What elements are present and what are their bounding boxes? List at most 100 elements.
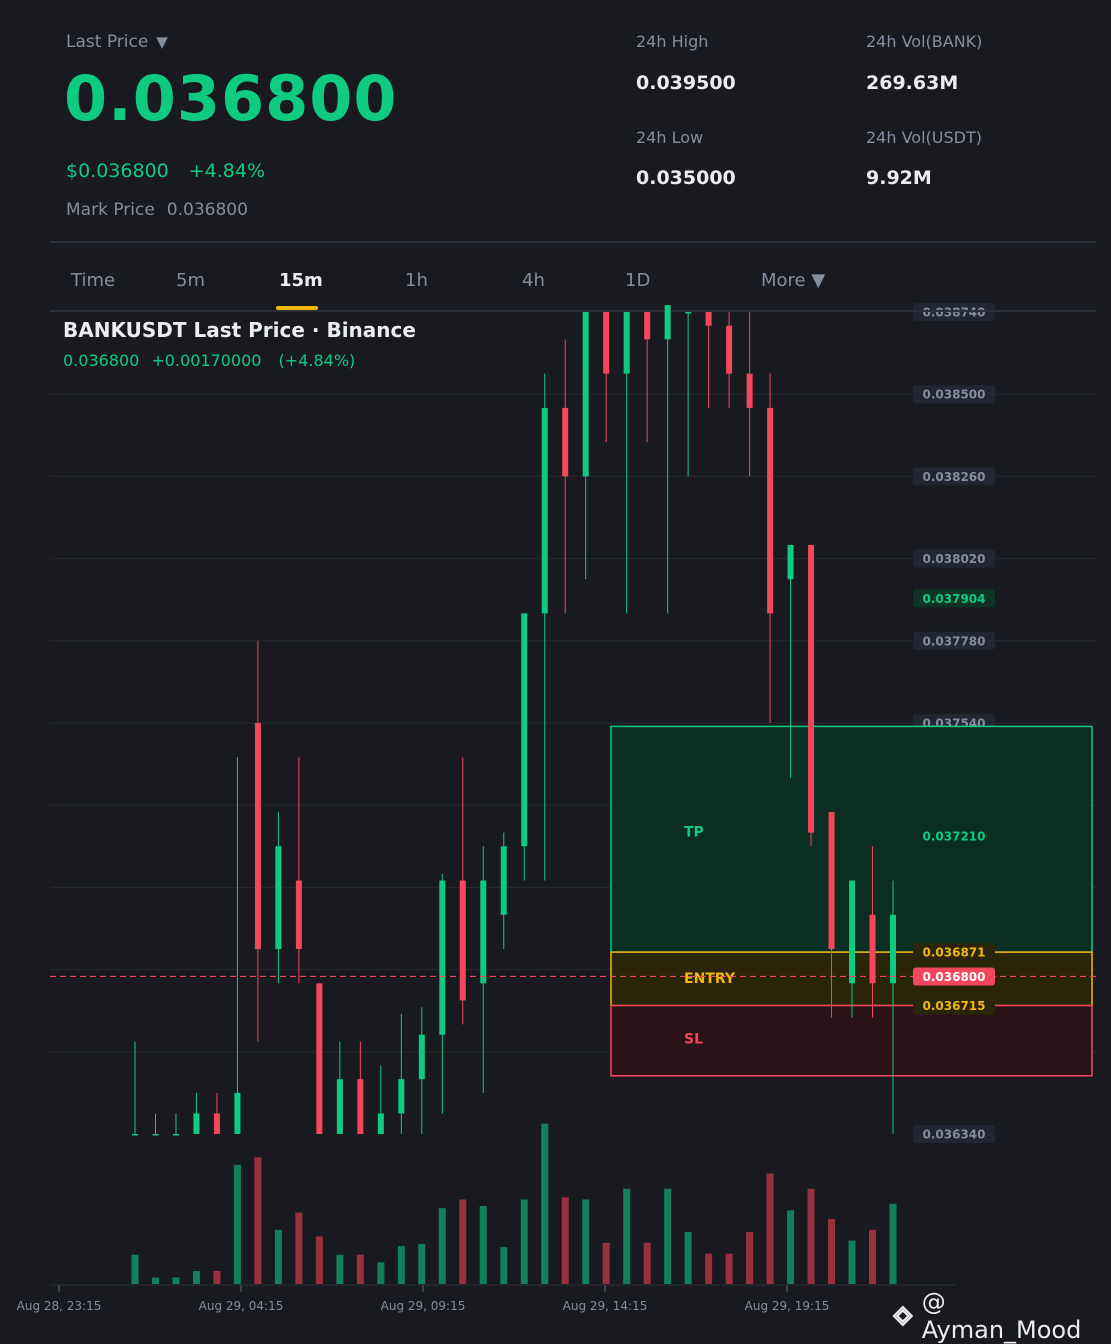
candle-body — [336, 1079, 343, 1134]
change-percent: +4.84% — [188, 160, 266, 182]
candlestick-chart[interactable]: 0.038740 0.038500 0.038260 0.038020 0.037780… — [0, 300, 1111, 1320]
candle-body — [582, 312, 589, 477]
mark-price-value: 0.036800 — [166, 200, 248, 220]
candle-body — [357, 1079, 364, 1134]
volume-bar — [151, 1277, 159, 1284]
volume-bar — [254, 1157, 262, 1284]
volume-bar — [869, 1229, 877, 1284]
candle-body — [603, 312, 610, 374]
candle-body — [767, 407, 774, 614]
x-tick-label: Aug 29, 09:15 — [381, 1299, 466, 1313]
candle-body — [869, 914, 876, 984]
usd-price-row: $0.036800 +4.84% — [66, 160, 265, 182]
candle-body — [500, 846, 507, 915]
chart-last-price: 0.036800 — [63, 351, 140, 370]
volume-bar — [787, 1210, 795, 1284]
candle-body — [275, 846, 282, 950]
volume-bar — [336, 1254, 344, 1284]
volume-bar — [438, 1208, 446, 1284]
candle-body — [418, 1034, 425, 1080]
caret-down-icon: ▼ — [156, 33, 168, 51]
volume-bar — [561, 1197, 569, 1284]
volume-bar — [315, 1236, 323, 1284]
volume-bar — [664, 1188, 672, 1284]
stat-24h-vol-base-label: 24h Vol(BANK) — [866, 32, 983, 51]
candle-body — [152, 1134, 159, 1136]
volume-bar — [582, 1199, 590, 1284]
current-price-tag: 0.036800 — [922, 970, 985, 984]
volume-bar — [520, 1199, 528, 1284]
volume-bar — [602, 1242, 610, 1284]
candle-body — [644, 312, 651, 340]
candle-body — [787, 544, 794, 580]
high-marker-tag: 0.037904 — [922, 592, 985, 606]
tab-1d[interactable]: 1D — [625, 270, 650, 291]
volume-bar — [643, 1242, 651, 1284]
candle-body — [705, 312, 712, 326]
candle-body — [726, 325, 733, 374]
last-price-label-text: Last Price — [66, 32, 149, 52]
volume-bar — [131, 1254, 139, 1284]
tab-more[interactable]: More ▼ — [761, 270, 825, 291]
chart-subtitle: 0.036800 +0.00170000 (+4.84%) — [63, 351, 355, 370]
watermark-text: @ Ayman_Mood — [921, 1288, 1082, 1344]
candle-body — [480, 880, 487, 984]
x-tick-label: Aug 29, 19:15 — [745, 1299, 830, 1313]
stat-24h-low-label: 24h Low — [636, 128, 704, 147]
volume-bar — [889, 1203, 897, 1284]
tab-4h[interactable]: 4h — [522, 270, 545, 291]
watermark: @ Ayman_Mood — [890, 1288, 1111, 1344]
sl-label: SL — [684, 1032, 703, 1048]
mark-price-label: Mark Price — [66, 200, 155, 220]
volume-bar — [172, 1277, 180, 1284]
x-tick-label: Aug 28, 23:15 — [17, 1299, 102, 1313]
volume-bar — [397, 1246, 405, 1284]
volume-bar — [233, 1164, 241, 1284]
volume-bar — [274, 1229, 282, 1284]
volume-bar — [459, 1199, 467, 1284]
candle-body — [254, 723, 261, 950]
chart-change: +0.00170000 — [151, 351, 262, 370]
candle-body — [132, 1134, 138, 1136]
candle-body — [664, 305, 671, 340]
volume-bar — [746, 1232, 754, 1284]
stat-24h-vol-base-value: 269.63M — [866, 72, 959, 94]
candle-body — [562, 407, 569, 477]
candle-body — [521, 613, 528, 847]
x-tick-label: Aug 29, 14:15 — [563, 1299, 648, 1313]
tab-15m[interactable]: 15m — [279, 270, 323, 291]
volume-bar — [766, 1173, 774, 1284]
candle-body — [295, 880, 302, 950]
candle-body — [172, 1134, 179, 1136]
candle-body — [808, 544, 815, 833]
entry-lower-tag: 0.036715 — [922, 999, 985, 1013]
volume-bar — [356, 1254, 364, 1284]
volume-bar — [479, 1206, 487, 1284]
stat-24h-low-value: 0.035000 — [636, 167, 736, 189]
candle-body — [541, 407, 548, 614]
entry-label: ENTRY — [684, 971, 736, 987]
tab-time[interactable]: Time — [71, 270, 115, 291]
y-tick-label: 0.036340 — [922, 1128, 985, 1142]
stat-24h-high-label: 24h High — [636, 32, 709, 51]
last-price-label[interactable]: Last Price ▼ — [66, 32, 168, 52]
tab-1h[interactable]: 1h — [405, 270, 428, 291]
volume-bar — [828, 1219, 836, 1284]
y-tick-label: 0.038740 — [922, 306, 985, 320]
candle-body — [685, 312, 692, 314]
volume-bar — [684, 1232, 692, 1284]
candle-body — [316, 983, 323, 1134]
header-divider — [50, 241, 1096, 243]
volume-bar — [541, 1123, 549, 1284]
candle-body — [746, 373, 753, 408]
candle-body — [890, 914, 896, 984]
last-price-value: 0.036800 — [64, 62, 398, 135]
volume-bar — [807, 1188, 815, 1284]
candle-body — [828, 812, 835, 950]
x-tick-label: Aug 29, 04:15 — [199, 1299, 284, 1313]
entry-upper-tag: 0.036871 — [922, 946, 985, 960]
tab-5m[interactable]: 5m — [176, 270, 205, 291]
volume-bar — [705, 1253, 713, 1284]
chart-change-percent: (+4.84%) — [278, 351, 356, 370]
volume-bar — [192, 1271, 200, 1284]
